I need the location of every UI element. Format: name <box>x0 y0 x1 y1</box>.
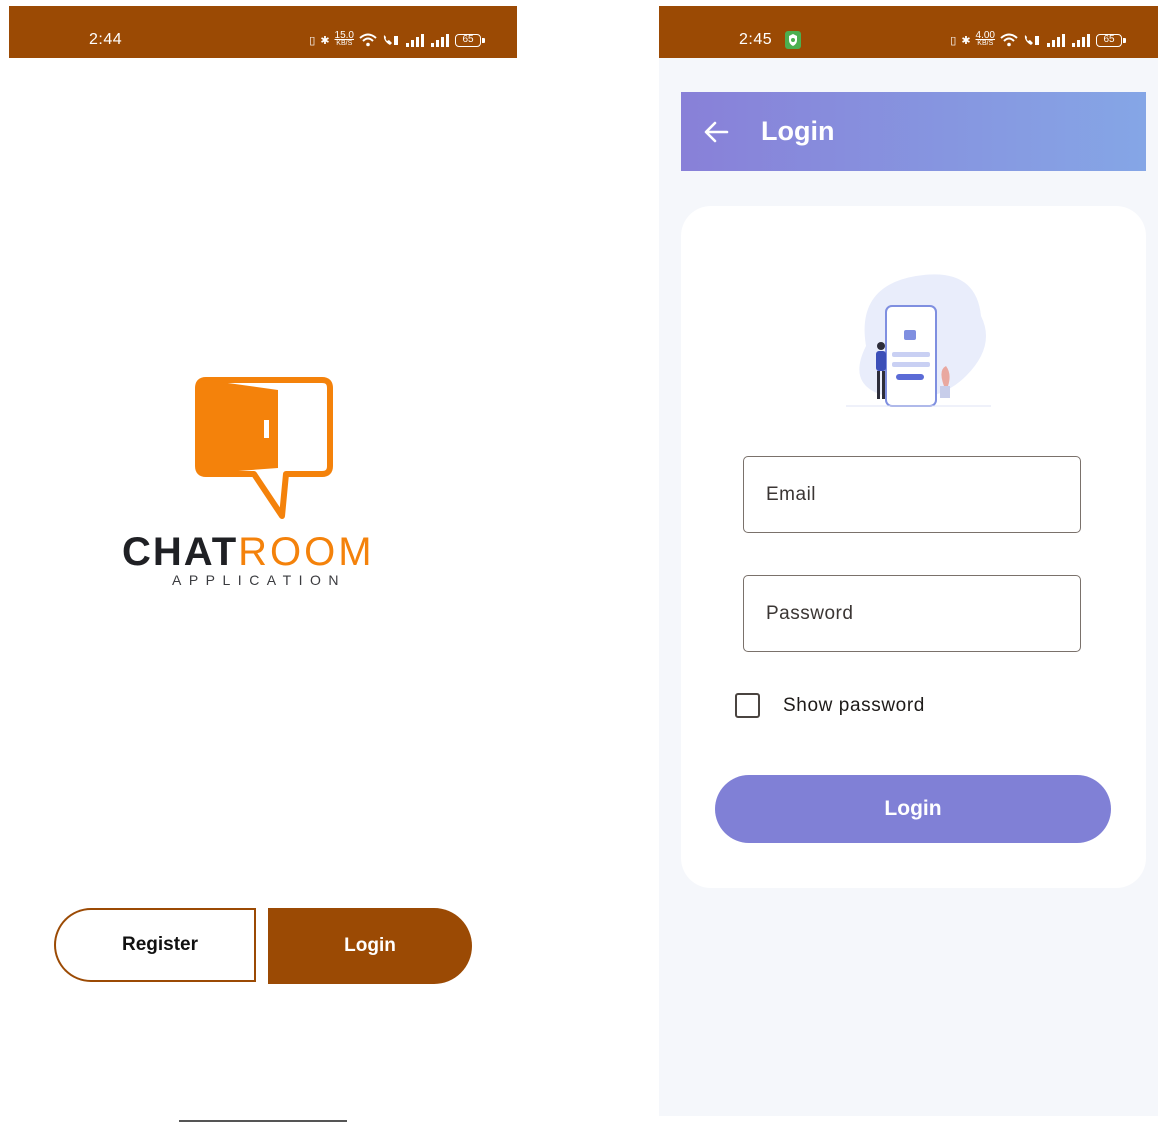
speed-unit: KB/S <box>336 40 353 47</box>
wifi-calling-icon <box>383 35 398 45</box>
bluetooth-icon: ✱ <box>320 34 330 47</box>
login-illustration-image <box>846 274 991 407</box>
signal-icon <box>1047 34 1065 47</box>
email-field[interactable]: Email <box>743 456 1081 533</box>
status-bar: 2:44 ▯ ✱ 15.0 KB/S 65 <box>9 6 517 58</box>
speed-value: 4.00 <box>975 30 995 41</box>
wifi-icon <box>1000 33 1018 47</box>
status-icons: ▯ ✱ 4.00 KB/S 65 <box>950 30 1126 50</box>
app-bar: Login <box>681 92 1146 171</box>
login-submit-button[interactable]: Login <box>715 775 1111 843</box>
register-button[interactable]: Register <box>54 908 256 982</box>
arrow-left-icon[interactable] <box>703 120 729 144</box>
login-card: Email Password Show password Login <box>681 206 1146 888</box>
wifi-icon <box>359 33 377 47</box>
signal-icon <box>1072 34 1090 47</box>
network-speed: 15.0 KB/S <box>334 30 354 48</box>
vibrate-icon: ▯ <box>309 34 316 47</box>
welcome-screen: 2:44 ▯ ✱ 15.0 KB/S 65 CHATROOM APPLICATI… <box>9 6 517 1122</box>
email-placeholder: Email <box>766 484 817 505</box>
status-time: 2:45 <box>739 31 773 48</box>
logo-subtitle: APPLICATION <box>172 572 347 588</box>
vibrate-icon: ▯ <box>950 34 957 47</box>
battery-icon: 65 <box>455 33 485 47</box>
battery-icon: 65 <box>1096 33 1126 47</box>
signal-icon <box>431 34 449 47</box>
wifi-calling-icon <box>1024 35 1039 45</box>
status-icons: ▯ ✱ 15.0 KB/S 65 <box>309 30 485 50</box>
show-password-label[interactable]: Show password <box>783 695 925 717</box>
password-field[interactable]: Password <box>743 575 1081 652</box>
login-button[interactable]: Login <box>268 908 472 984</box>
show-password-checkbox[interactable] <box>735 693 760 718</box>
signal-icon <box>406 34 424 47</box>
network-speed: 4.00 KB/S <box>975 30 995 48</box>
login-screen: 2:45 ▯ ✱ 4.00 KB/S 65 Login Email Passwo… <box>659 6 1158 1116</box>
logo-word-chat: CHAT <box>122 530 239 574</box>
speed-value: 15.0 <box>334 30 354 41</box>
app-logo-text: CHATROOM <box>122 530 412 575</box>
bluetooth-icon: ✱ <box>961 34 971 47</box>
logo-word-room: ROOM <box>238 530 375 574</box>
status-bar: 2:45 ▯ ✱ 4.00 KB/S 65 <box>659 6 1158 58</box>
password-placeholder: Password <box>766 603 854 624</box>
shield-icon <box>785 31 801 49</box>
status-time: 2:44 <box>89 31 123 48</box>
speed-unit: KB/S <box>977 40 994 47</box>
page-title: Login <box>761 116 835 146</box>
chat-bubble-door-icon <box>195 377 333 519</box>
